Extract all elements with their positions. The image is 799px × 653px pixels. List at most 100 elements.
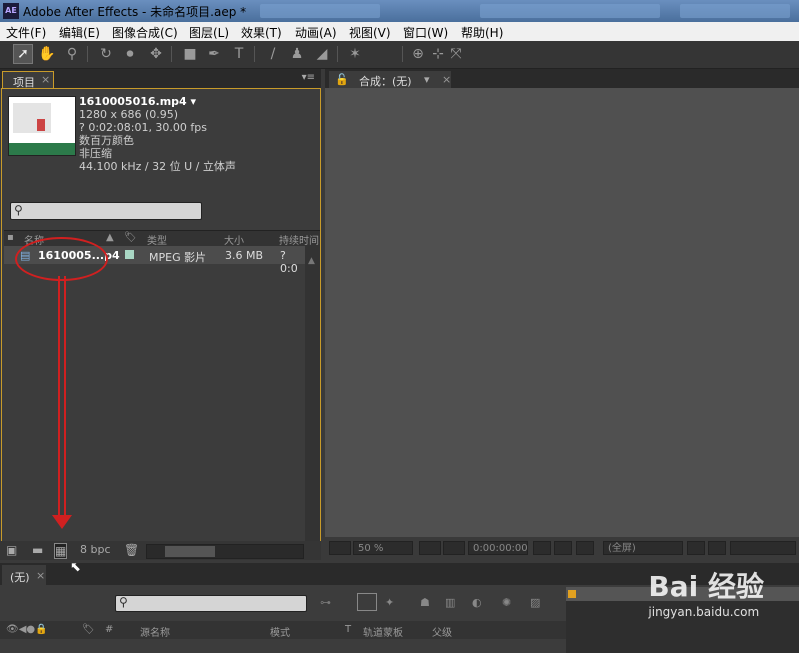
menu-view[interactable]: 视图(V) xyxy=(349,24,391,41)
label-color-swatch[interactable] xyxy=(125,250,134,259)
transparency-grid-icon[interactable] xyxy=(708,541,726,555)
live-update-icon[interactable] xyxy=(357,593,377,611)
view-axis-icon[interactable]: ⤧ xyxy=(446,44,466,64)
column-duration[interactable]: 持续时间 xyxy=(279,232,319,247)
label-tag-icon[interactable]: 🏷 xyxy=(124,232,137,243)
menu-layer[interactable]: 图层(L) xyxy=(189,24,229,41)
column-layer-number: # xyxy=(105,624,114,635)
world-axis-icon[interactable]: ⊹ xyxy=(428,44,448,64)
composition-viewer[interactable] xyxy=(325,88,799,537)
eraser-tool-icon[interactable]: ◢ xyxy=(312,44,332,64)
toolbar-divider xyxy=(337,46,338,62)
pen-tool-icon[interactable]: ✒ xyxy=(204,44,224,64)
toolbar-divider xyxy=(402,46,403,62)
chevron-down-icon[interactable]: ▾ xyxy=(424,73,430,86)
zoom-tool-icon[interactable]: ⚲ xyxy=(62,44,82,64)
label-column-icon[interactable]: ▪ xyxy=(7,232,14,243)
magnification-select[interactable]: 50 % xyxy=(353,541,413,555)
pan-behind-tool-icon[interactable]: ✥ xyxy=(146,44,166,64)
composition-panel: 🔓 合成：(无) ▾ × 50 % 0:00:00:00 (全屏) xyxy=(325,69,799,560)
channel-icon[interactable] xyxy=(576,541,594,555)
rotate-tool-icon[interactable]: ↻ xyxy=(96,44,116,64)
motion-blur-icon[interactable]: ◐ xyxy=(472,596,482,609)
thumbnail-content xyxy=(37,119,45,131)
tab-project[interactable]: 项目 × xyxy=(2,71,54,89)
footage-color: 数百万颜色 xyxy=(79,134,134,147)
footage-dimensions: 1280 x 686 (0.95) xyxy=(79,108,179,121)
tab-timeline[interactable]: (无) × xyxy=(2,565,46,585)
camera-tool-icon[interactable]: ⏺ xyxy=(120,44,140,64)
puppet-pin-tool-icon[interactable]: ✶ xyxy=(345,44,365,64)
column-t[interactable]: T xyxy=(345,624,351,635)
menu-edit[interactable]: 编辑(E) xyxy=(59,24,100,41)
menu-file[interactable]: 文件(F) xyxy=(6,24,46,41)
column-mode[interactable]: 模式 xyxy=(270,624,290,639)
project-body: 1610005016.mp4 ▾ 1280 x 686 (0.95) ? 0:0… xyxy=(1,88,321,560)
clone-stamp-tool-icon[interactable]: ♟ xyxy=(287,44,307,64)
item-duration: ? 0:0 xyxy=(280,249,298,275)
column-source-name[interactable]: 源名称 xyxy=(140,624,170,639)
project-horizontal-scrollbar[interactable] xyxy=(146,544,304,559)
sort-ascending-icon[interactable]: ▲ xyxy=(106,232,114,243)
menu-window[interactable]: 窗口(W) xyxy=(403,24,448,41)
brush-tool-icon[interactable]: / xyxy=(263,44,283,64)
shy-layers-icon[interactable]: ☗ xyxy=(420,596,430,609)
thumbnail-content xyxy=(13,103,51,133)
menu-effect[interactable]: 效果(T) xyxy=(241,24,282,41)
frame-blending-icon[interactable]: ▥ xyxy=(445,596,455,609)
work-area-marker[interactable] xyxy=(568,590,576,598)
item-size: 3.6 MB xyxy=(225,249,264,262)
footage-name[interactable]: 1610005016.mp4 ▾ xyxy=(79,95,236,108)
new-composition-icon[interactable]: ▦ xyxy=(54,543,68,559)
lock-icon[interactable]: 🔓 xyxy=(335,73,349,86)
scrollbar-thumb[interactable] xyxy=(165,546,215,557)
project-vertical-scrollbar[interactable]: ▲ ▼ xyxy=(305,246,320,556)
tab-composition[interactable]: 🔓 合成：(无) ▾ × xyxy=(329,71,451,88)
safe-zones-icon[interactable] xyxy=(419,541,441,555)
axis-mode-icon[interactable]: ⊕ xyxy=(408,44,428,64)
camera-snapshot-icon[interactable] xyxy=(533,541,551,555)
interpret-footage-icon[interactable]: ▣ xyxy=(6,543,17,557)
graph-editor-icon[interactable]: ▨ xyxy=(530,596,540,609)
region-of-interest-icon[interactable] xyxy=(687,541,705,555)
scroll-up-icon[interactable]: ▲ xyxy=(308,256,315,266)
hand-tool-icon[interactable]: ✋ xyxy=(37,44,57,64)
draft-3d-icon[interactable]: ✦ xyxy=(385,596,394,609)
mask-visibility-icon[interactable] xyxy=(443,541,465,555)
timecode-display[interactable]: 0:00:00:00 xyxy=(468,541,528,555)
menu-animation[interactable]: 动画(A) xyxy=(295,24,337,41)
menu-help[interactable]: 帮助(H) xyxy=(461,24,503,41)
close-icon[interactable]: × xyxy=(442,73,451,86)
menu-composition[interactable]: 图像合成(C) xyxy=(112,24,178,41)
audio-waveform xyxy=(9,143,75,155)
selection-tool-icon[interactable]: ➚ xyxy=(13,44,33,64)
annotation-arrow-head xyxy=(52,515,72,529)
window-titlebar: AE Adobe After Effects - 未命名项目.aep * xyxy=(0,0,799,22)
column-size[interactable]: 大小 xyxy=(224,232,244,247)
project-search-input[interactable]: ⚲ xyxy=(10,202,202,220)
comp-mini-flowchart-icon[interactable]: ⊶ xyxy=(320,596,331,609)
close-icon[interactable]: × xyxy=(36,569,45,582)
bit-depth-label[interactable]: 8 bpc xyxy=(80,543,111,556)
column-type[interactable]: 类型 xyxy=(147,232,167,247)
label-tag-icon[interactable]: 🏷 xyxy=(82,624,95,635)
timeline-search-input[interactable]: ⚲ xyxy=(115,595,307,612)
resolution-select[interactable]: (全屏) xyxy=(603,541,683,555)
annotation-ellipse xyxy=(15,237,108,281)
column-track-matte[interactable]: 轨道蒙板 xyxy=(363,624,403,639)
brainstorm-icon[interactable]: ✺ xyxy=(502,596,511,609)
panel-menu-icon[interactable]: ▾≡ xyxy=(302,72,315,83)
tab-composition-label: 合成：(无) xyxy=(359,75,412,88)
view-options-field[interactable] xyxy=(730,541,796,555)
show-snapshot-icon[interactable] xyxy=(554,541,572,555)
av-features-icon[interactable]: 👁◀●🔒 xyxy=(6,624,48,635)
rectangle-tool-icon[interactable]: ■ xyxy=(180,44,200,64)
new-folder-icon[interactable]: ▬ xyxy=(32,543,43,557)
trash-icon[interactable]: 🗑 xyxy=(124,543,139,557)
always-preview-icon[interactable] xyxy=(329,541,351,555)
footage-thumbnail xyxy=(8,96,76,156)
footage-info: 1610005016.mp4 ▾ 1280 x 686 (0.95) ? 0:0… xyxy=(79,95,236,173)
close-icon[interactable]: × xyxy=(41,73,50,86)
column-parent[interactable]: 父级 xyxy=(432,624,452,639)
text-tool-icon[interactable]: T xyxy=(229,44,249,64)
